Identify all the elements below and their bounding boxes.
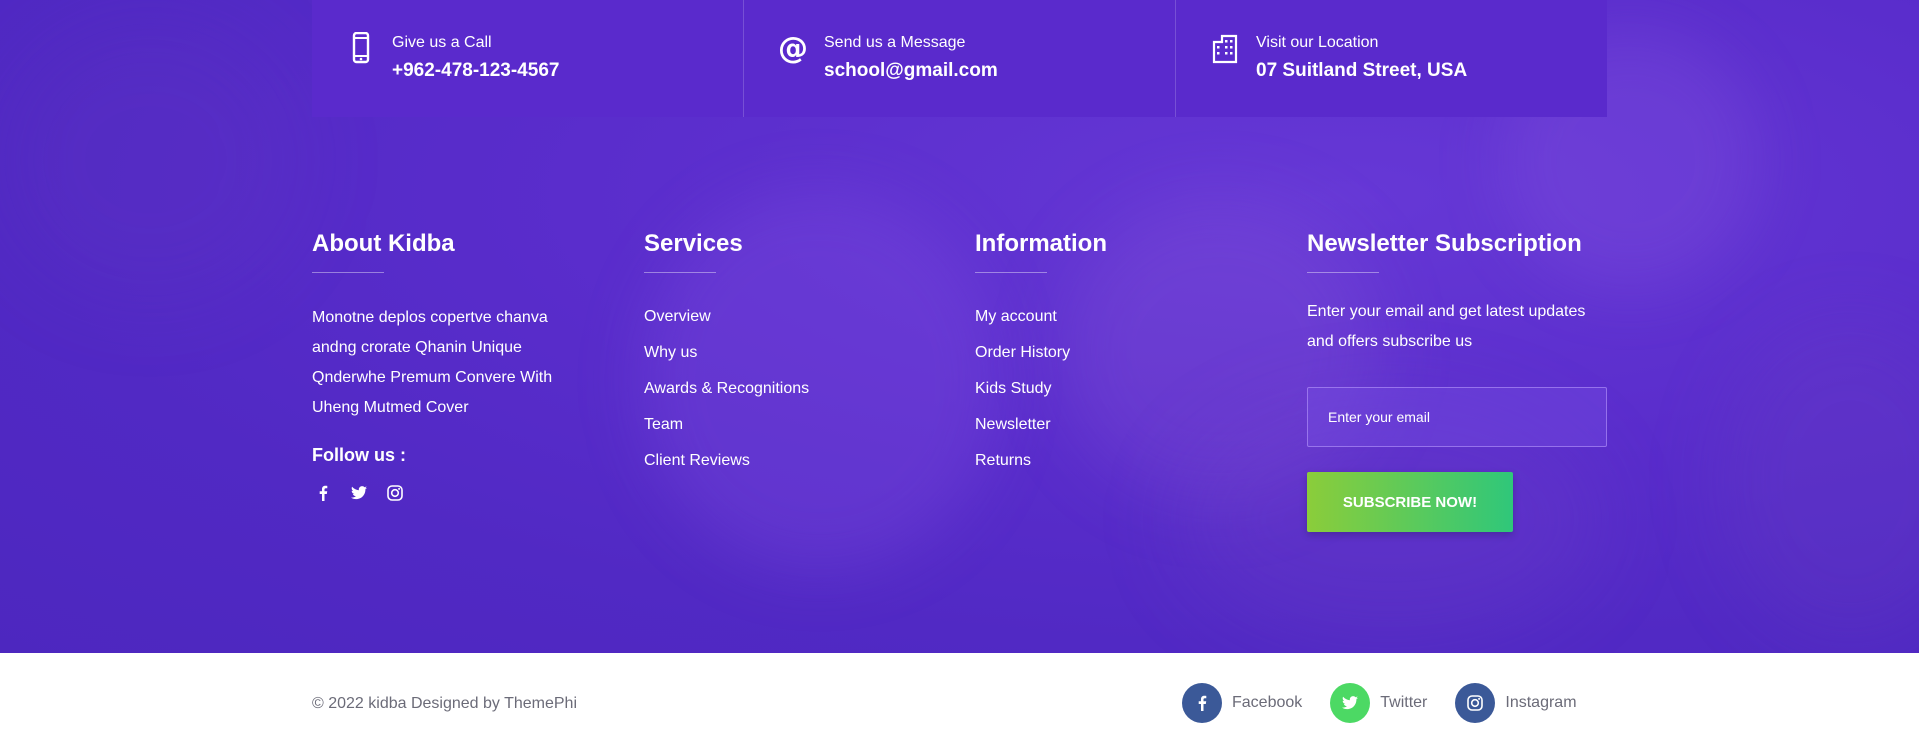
social-link-instagram[interactable]: Instagram bbox=[1455, 683, 1577, 723]
newsletter-column: Newsletter Subscription Enter your email… bbox=[1307, 230, 1607, 532]
title-divider bbox=[975, 272, 1047, 273]
services-links: Overview Why us Awards & Recognitions Te… bbox=[644, 307, 809, 487]
background-image-blob bbox=[0, 20, 300, 300]
instagram-icon[interactable] bbox=[1455, 683, 1496, 723]
copyright-text: © 2022 kidba Designed by ThemePhi bbox=[312, 695, 577, 712]
twitter-icon[interactable] bbox=[350, 484, 368, 502]
follow-icons bbox=[314, 484, 572, 502]
contact-item-message: @ Send us a Message school@gmail.com bbox=[744, 0, 1176, 117]
contact-email[interactable]: school@gmail.com bbox=[824, 60, 998, 82]
contact-label: Visit our Location bbox=[1256, 34, 1379, 51]
social-link-twitter[interactable]: Twitter bbox=[1330, 683, 1427, 723]
social-link-facebook[interactable]: Facebook bbox=[1182, 683, 1302, 723]
contact-label: Give us a Call bbox=[392, 34, 492, 51]
information-link[interactable]: Order History bbox=[975, 343, 1107, 379]
about-title: About Kidba bbox=[312, 230, 455, 257]
information-link[interactable]: Newsletter bbox=[975, 415, 1107, 451]
contact-label: Send us a Message bbox=[824, 34, 966, 51]
contact-phone-number[interactable]: +962-478-123-4567 bbox=[392, 60, 559, 82]
information-links: My account Order History Kids Study News… bbox=[975, 307, 1107, 487]
instagram-icon[interactable] bbox=[386, 484, 404, 502]
svg-text:@: @ bbox=[778, 32, 808, 64]
title-divider bbox=[312, 272, 384, 273]
social-links: Facebook Twitter Instagram bbox=[1182, 683, 1577, 723]
information-column: Information My account Order History Kid… bbox=[975, 230, 1107, 487]
facebook-icon[interactable] bbox=[314, 484, 332, 502]
at-icon: @ bbox=[778, 31, 808, 66]
footer-main: Give us a Call +962-478-123-4567 @ Send … bbox=[0, 0, 1919, 653]
services-link[interactable]: Awards & Recognitions bbox=[644, 379, 809, 415]
information-link[interactable]: Returns bbox=[975, 451, 1107, 487]
twitter-icon[interactable] bbox=[1330, 683, 1371, 723]
about-text: Monotne deplos copertve chanva andng cro… bbox=[312, 309, 553, 416]
information-link[interactable]: My account bbox=[975, 307, 1107, 343]
building-icon bbox=[1210, 32, 1240, 64]
social-label[interactable]: Twitter bbox=[1380, 694, 1427, 712]
contact-item-call: Give us a Call +962-478-123-4567 bbox=[312, 0, 744, 117]
follow-label: Follow us : bbox=[312, 445, 406, 465]
contact-address: 07 Suitland Street, USA bbox=[1256, 60, 1468, 81]
newsletter-text: Enter your email and get latest updates … bbox=[1307, 303, 1586, 350]
services-link[interactable]: Team bbox=[644, 415, 809, 451]
social-label[interactable]: Facebook bbox=[1232, 694, 1302, 712]
services-column: Services Overview Why us Awards & Recogn… bbox=[644, 230, 809, 487]
contact-item-location: Visit our Location 07 Suitland Street, U… bbox=[1176, 0, 1607, 117]
background-image-blob bbox=[1720, 320, 1919, 640]
subscribe-button[interactable]: SUBSCRIBE NOW! bbox=[1307, 472, 1513, 532]
services-title: Services bbox=[644, 230, 743, 257]
email-input[interactable] bbox=[1307, 387, 1607, 447]
information-link[interactable]: Kids Study bbox=[975, 379, 1107, 415]
social-label[interactable]: Instagram bbox=[1505, 694, 1576, 712]
facebook-icon[interactable] bbox=[1182, 683, 1222, 723]
phone-icon bbox=[346, 31, 376, 64]
about-column: About Kidba Monotne deplos copertve chan… bbox=[312, 230, 572, 502]
title-divider bbox=[1307, 272, 1379, 273]
services-link[interactable]: Why us bbox=[644, 343, 809, 379]
bottom-bar: © 2022 kidba Designed by ThemePhi Facebo… bbox=[0, 653, 1919, 752]
services-link[interactable]: Client Reviews bbox=[644, 451, 809, 487]
title-divider bbox=[644, 272, 716, 273]
information-title: Information bbox=[975, 230, 1107, 257]
newsletter-title: Newsletter Subscription bbox=[1307, 230, 1582, 257]
services-link[interactable]: Overview bbox=[644, 307, 809, 343]
contact-bar: Give us a Call +962-478-123-4567 @ Send … bbox=[312, 0, 1607, 117]
